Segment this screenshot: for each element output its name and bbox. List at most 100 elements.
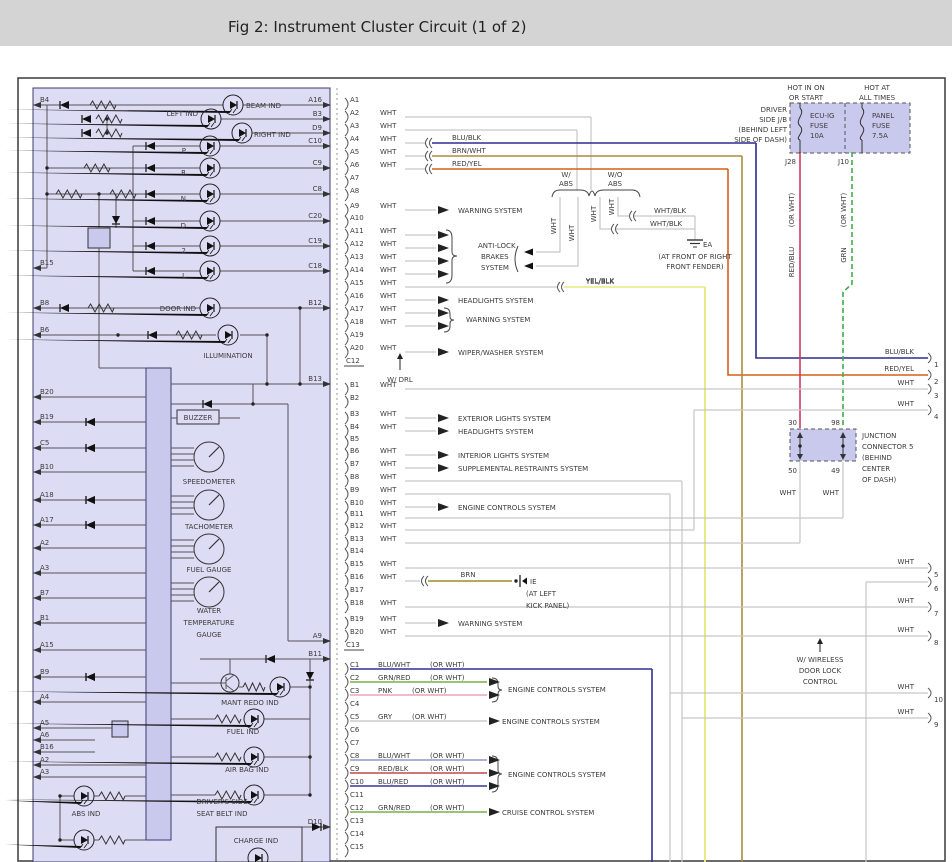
junction-dot <box>116 333 119 336</box>
pin-label: A5 <box>40 719 49 727</box>
pin-label: B9 <box>40 668 49 676</box>
label: RED/BLU <box>788 247 796 278</box>
label: CONNECTOR 5 <box>862 443 914 451</box>
pin-label: B20 <box>350 628 364 636</box>
wire-color-label: PNK <box>378 687 392 695</box>
cluster-bus-bar <box>146 368 171 840</box>
edge-number: 1 <box>934 361 938 369</box>
pin-label: B3 <box>313 110 322 118</box>
label: WARNING SYSTEM <box>466 316 530 324</box>
wire-color-label: WHT <box>380 161 397 169</box>
pin-label: C12 <box>350 804 364 812</box>
pin-label: C5 <box>350 713 359 721</box>
edge-number: 6 <box>934 585 939 593</box>
label: BEAM IND <box>246 102 281 110</box>
wire-color-label: WHT <box>380 305 397 313</box>
pin-label: C18 <box>308 262 322 270</box>
junction-dot <box>45 166 48 169</box>
pin-label: C8 <box>313 185 322 193</box>
pin-label: A2 <box>350 109 359 117</box>
wire-color-label: (OR WHT) <box>430 804 465 812</box>
junction-dot <box>58 838 61 841</box>
pin-label: A10 <box>350 214 364 222</box>
pin-label: B7 <box>40 589 49 597</box>
wire-color-label: WHT <box>380 499 397 507</box>
label: FUSE <box>872 122 890 130</box>
junction-dot <box>45 192 48 195</box>
pin-label: B4 <box>350 423 360 431</box>
pin-label: A3 <box>40 564 49 572</box>
label: 50 <box>788 467 797 475</box>
pin-label: B2 <box>350 394 359 402</box>
edge-number: 7 <box>934 610 938 618</box>
pin-label: C20 <box>308 212 322 220</box>
wire-color-label: WHT <box>380 292 397 300</box>
wire-color-label: RED/YEL <box>452 160 482 168</box>
edge-number: 9 <box>934 721 938 729</box>
wire-color-label: WHT <box>380 510 397 518</box>
system-label: WARNING SYSTEM <box>458 620 522 628</box>
pin-label: C7 <box>350 739 359 747</box>
wire-color-label: (OR WHT) <box>430 778 465 786</box>
driver-side-jb-box <box>790 103 910 153</box>
edge-number: 8 <box>934 639 938 647</box>
pin-label: C10 <box>350 778 364 786</box>
label: ABS <box>559 180 573 188</box>
label: P <box>182 147 186 155</box>
pin-label: B9 <box>350 486 359 494</box>
pin-label: A2 <box>40 539 49 547</box>
pin-label: C6 <box>350 726 360 734</box>
circuit-diagram: A1A2WHTA3WHTA4WHTBLU/BLKA5WHTBRN/WHTA6WH… <box>0 0 952 862</box>
pin-label: B11 <box>350 510 364 518</box>
system-label: SUPPLEMENTAL RESTRAINTS SYSTEM <box>458 465 588 473</box>
wiring-diagram-page: Fig 2: Instrument Cluster Circuit (1 of … <box>0 0 952 862</box>
label: SEAT BELT IND <box>197 810 248 818</box>
label: CENTER <box>862 465 890 473</box>
system-label: HEADLIGHTS SYSTEM <box>458 428 533 436</box>
label: HOT IN ON <box>787 84 825 92</box>
pin-label: A19 <box>350 331 364 339</box>
label: J28 <box>784 158 796 166</box>
pin-label: B3 <box>350 410 359 418</box>
label: WATER <box>197 607 221 615</box>
label: 2 <box>182 247 186 255</box>
junction-dot <box>105 131 108 134</box>
label: (OR WHT) <box>840 192 848 227</box>
pin-label: A6 <box>350 161 360 169</box>
label: GRN <box>840 247 848 263</box>
wire-color-label: BLU/WHT <box>378 661 411 669</box>
pin-label: A6 <box>40 731 50 739</box>
pin-label: B12 <box>308 299 322 307</box>
pin-label: B13 <box>350 535 364 543</box>
wire-color-label: WHT <box>380 447 397 455</box>
label: ECU-IG <box>810 112 834 120</box>
pin-label: A20 <box>350 344 364 352</box>
wire-color-label: WHT <box>380 253 397 261</box>
pin-label: D9 <box>312 124 322 132</box>
wire-color-label: (OR WHT) <box>412 713 447 721</box>
wire-color-label: WHT <box>898 558 915 566</box>
pin-label: A16 <box>350 292 364 300</box>
pin-label: B13 <box>308 375 322 383</box>
pin-label: A9 <box>313 632 322 640</box>
junction-dot <box>308 755 311 758</box>
instrument-cluster-block <box>33 88 330 862</box>
pin-label: C13 <box>350 817 364 825</box>
label: W/ DRL <box>387 376 413 384</box>
wire-color-label: BLU/RED <box>378 778 409 786</box>
pin-label: B15 <box>40 259 54 267</box>
wire-color-label: (OR WHT) <box>430 661 465 669</box>
wire-color-label: BLU/BLK <box>885 348 915 356</box>
label: WHT/BLK <box>650 220 683 228</box>
wire-color-label: WHT <box>380 573 397 581</box>
label: D <box>181 222 186 230</box>
pin-label: C3 <box>350 687 359 695</box>
system-label: EXTERIOR LIGHTS SYSTEM <box>458 415 551 423</box>
pin-label: B10 <box>40 463 54 471</box>
wire-color-label: WHT <box>898 708 915 716</box>
label: FUEL GAUGE <box>187 566 232 574</box>
pin-label: A17 <box>40 516 54 524</box>
label: PANEL <box>872 112 894 120</box>
wire-color-label: WHT <box>380 318 397 326</box>
label: TEMPERATURE <box>183 619 235 627</box>
